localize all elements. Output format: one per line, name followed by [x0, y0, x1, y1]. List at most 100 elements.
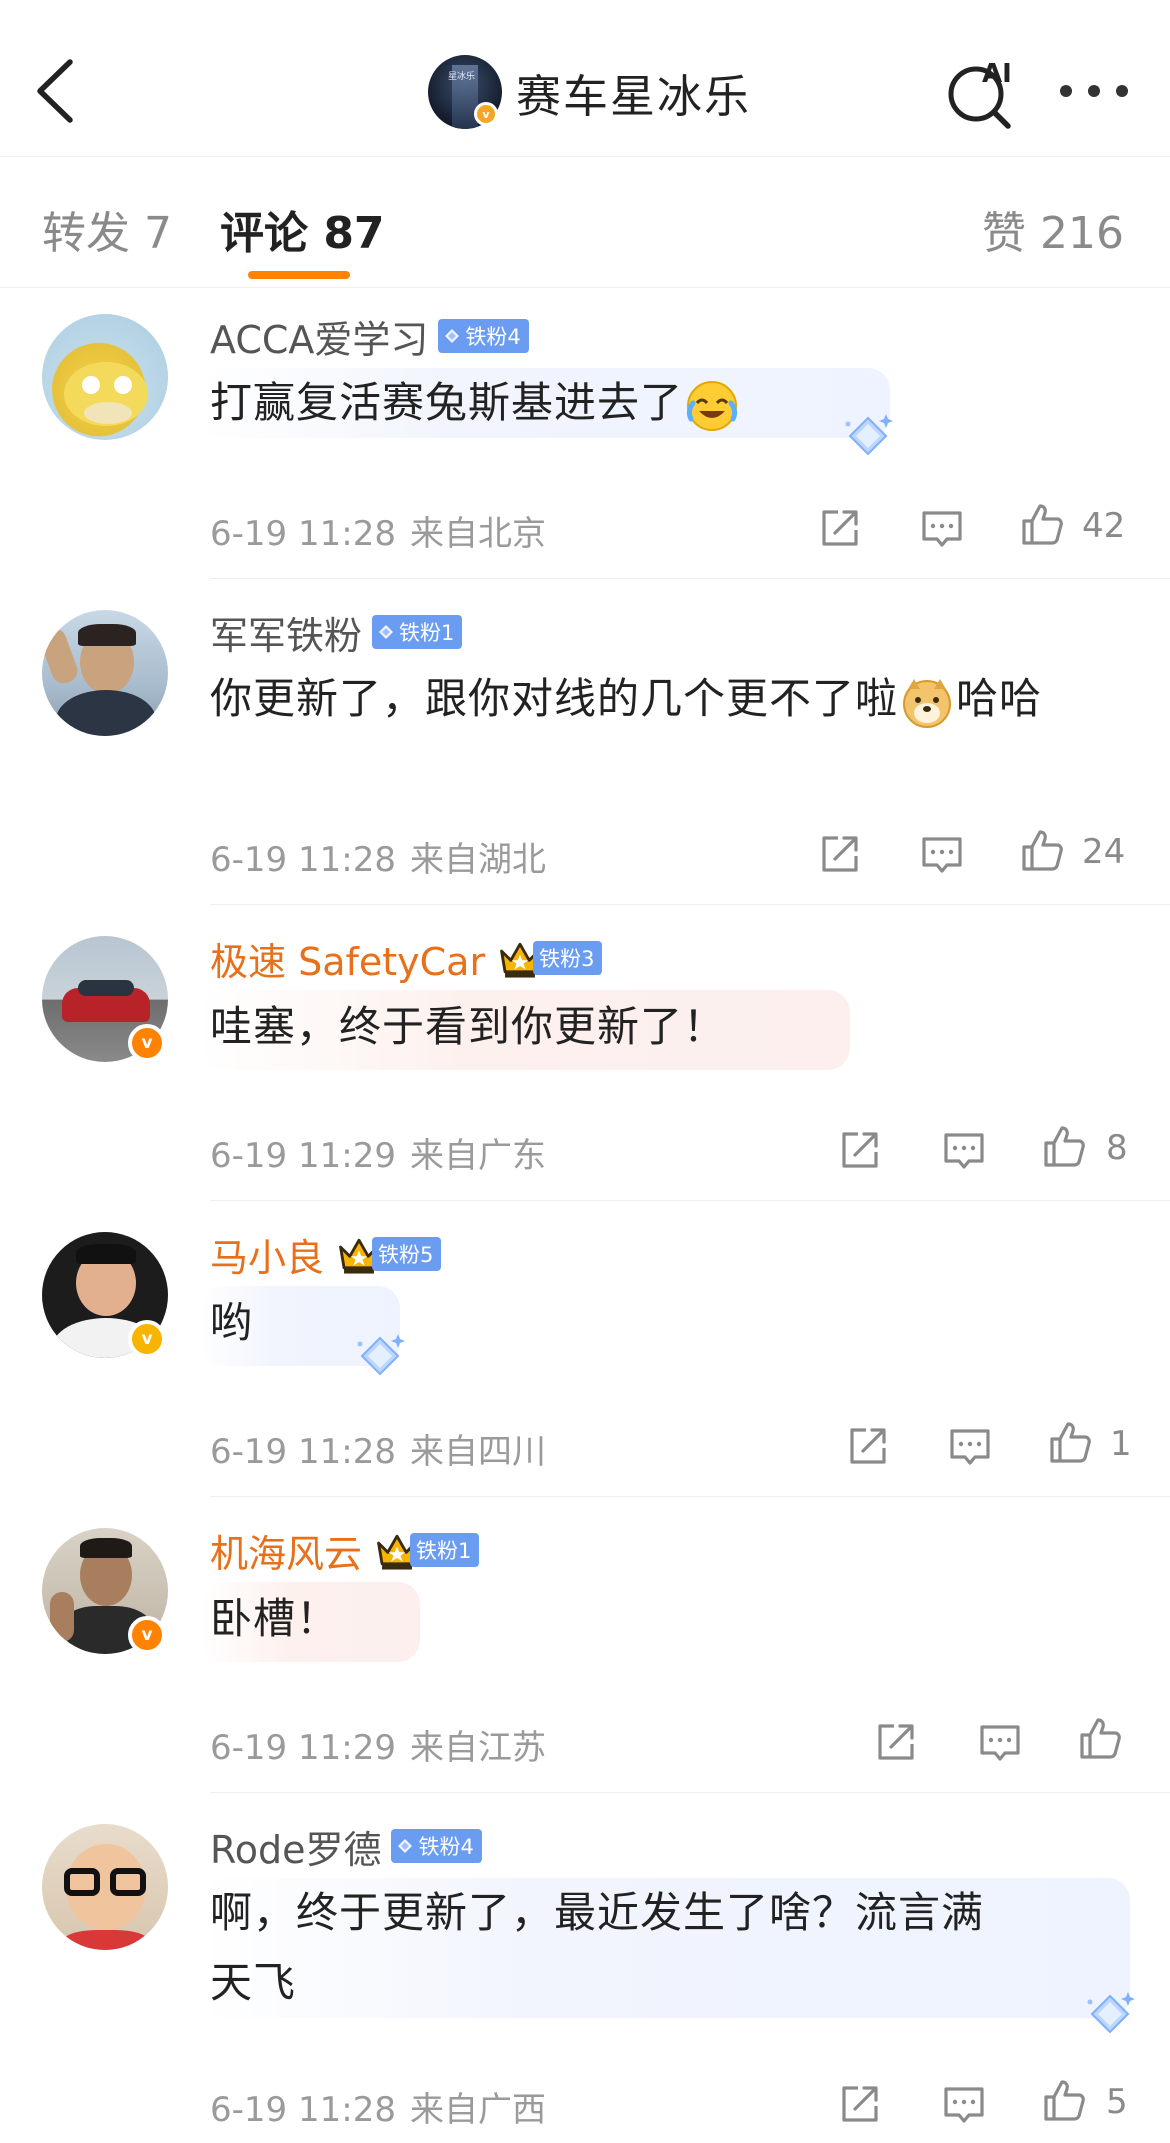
- avatar[interactable]: [42, 314, 168, 440]
- top-bar: 星冰乐 赛车星冰乐 v AI: [0, 0, 1170, 157]
- fan-badge-label: 铁粉4: [418, 1835, 474, 1859]
- back-icon[interactable]: [34, 58, 78, 124]
- comment-text: 卧槽！: [210, 1594, 340, 1643]
- comment-text: 你更新了，跟你对线的几个更不了啦 哈哈: [210, 664, 1110, 734]
- comment-location: 来自江苏: [409, 1728, 546, 1768]
- thumbs-up-icon[interactable]: [1042, 2078, 1086, 2122]
- share-icon[interactable]: [838, 2082, 882, 2126]
- comment-username[interactable]: Rode罗德: [210, 1819, 381, 1874]
- comment-username[interactable]: 军军铁粉: [210, 605, 362, 660]
- comment-item: 军军铁粉 铁粉1 你更新了，跟你对线的几个更不了啦 哈哈 6-19 11:28 来自…: [0, 606, 1170, 906]
- comment-icon[interactable]: [942, 1128, 986, 1172]
- comment-time: 6-19 11:28: [210, 2090, 396, 2130]
- comment-location: 来自湖北: [409, 840, 546, 880]
- comment-body-line2: 天飞: [210, 1958, 297, 2007]
- like-count: 8: [1106, 1128, 1128, 1168]
- account-name[interactable]: 赛车星冰乐: [516, 60, 751, 125]
- comment-location: 来自广西: [409, 2090, 546, 2130]
- comment-header: 军军铁粉 铁粉1: [210, 605, 463, 660]
- share-icon[interactable]: [874, 1720, 918, 1764]
- share-icon[interactable]: [818, 506, 862, 550]
- comment-username[interactable]: ACCA爱学习: [210, 309, 428, 364]
- tab-comments[interactable]: 评论 87: [220, 197, 385, 261]
- comment-body: 你更新了，跟你对线的几个更不了啦: [210, 674, 899, 723]
- comment-header: 马小良 铁粉5: [210, 1227, 442, 1282]
- avatar[interactable]: [42, 1824, 168, 1950]
- diamond-decoration-icon: [350, 1324, 410, 1384]
- laughing-crying-emoji: [686, 380, 738, 431]
- comment-header: ACCA爱学习 铁粉4: [210, 310, 529, 362]
- thumbs-up-icon[interactable]: [1020, 502, 1064, 546]
- verified-icon: v: [128, 1616, 166, 1654]
- divider: [210, 904, 1170, 905]
- comment-meta: 6-19 11:28 来自湖北: [210, 832, 546, 881]
- fan-badge: 铁粉4: [391, 1829, 482, 1863]
- ai-search-icon[interactable]: AI: [944, 54, 1020, 130]
- comment-body: 打赢复活赛兔斯基进去了: [210, 378, 684, 427]
- comment-meta: 6-19 11:28 来自北京: [210, 506, 546, 555]
- comment-time: 6-19 11:29: [210, 1136, 396, 1176]
- more-icon[interactable]: [1060, 74, 1128, 108]
- share-icon[interactable]: [846, 1424, 890, 1468]
- thumbs-up-icon[interactable]: [1048, 1420, 1092, 1464]
- share-icon[interactable]: [838, 1128, 882, 1172]
- comment-location: 来自四川: [409, 1432, 546, 1472]
- avatar-caption: 星冰乐: [448, 72, 476, 82]
- share-icon[interactable]: [818, 832, 862, 876]
- like-count: 1: [1110, 1424, 1132, 1464]
- comment-header: Rode罗德 铁粉4: [210, 1820, 482, 1872]
- diamond-icon: [397, 1838, 413, 1854]
- comment-item: v 机海风云 铁粉1 卧槽！ 6-19 11:29 来自江苏: [0, 1524, 1170, 1794]
- comment-body: 啊，终于更新了，最近发生了啥？流言满: [210, 1888, 985, 1937]
- verified-icon: v: [128, 1320, 166, 1358]
- comment-icon[interactable]: [920, 832, 964, 876]
- thumbs-up-icon[interactable]: [1078, 1716, 1122, 1760]
- comment-header: 极速 SafetyCar 铁粉3: [210, 931, 603, 986]
- comment-meta: 6-19 11:29 来自江苏: [210, 1720, 546, 1769]
- fan-badge: 铁粉3: [533, 941, 603, 975]
- active-tab-indicator: [248, 271, 350, 279]
- comment-icon[interactable]: [948, 1424, 992, 1468]
- comment-text: 哇塞，终于看到你更新了！: [210, 1002, 727, 1051]
- like-count: 24: [1082, 832, 1126, 872]
- comment-text: 打赢复活赛兔斯基进去了: [210, 368, 741, 438]
- comment-time: 6-19 11:29: [210, 1728, 396, 1768]
- comment-location: 来自北京: [409, 514, 546, 554]
- fan-badge: 铁粉4: [438, 319, 529, 353]
- like-count: 5: [1106, 2082, 1128, 2122]
- fan-badge-label: 铁粉1: [416, 1539, 472, 1563]
- comment-icon[interactable]: [942, 2082, 986, 2126]
- like-count: 42: [1082, 506, 1126, 546]
- fan-badge-label: 铁粉5: [378, 1243, 434, 1267]
- comment-meta: 6-19 11:29 来自广东: [210, 1128, 546, 1177]
- comment-item: ACCA爱学习 铁粉4 打赢复活赛兔斯基进去了 6-19 11:28 来自北京 4…: [0, 310, 1170, 580]
- comment-username[interactable]: 机海风云: [210, 1523, 362, 1578]
- fan-badge: 铁粉5: [372, 1237, 442, 1271]
- avatar[interactable]: [42, 610, 168, 736]
- comment-icon[interactable]: [978, 1720, 1022, 1764]
- fan-badge-label: 铁粉4: [465, 325, 521, 349]
- fan-badge-label: 铁粉3: [539, 947, 595, 971]
- comment-username[interactable]: 极速 SafetyCar: [210, 931, 485, 986]
- comment-meta: 6-19 11:28 来自四川: [210, 1424, 546, 1473]
- comment-time: 6-19 11:28: [210, 840, 396, 880]
- thumbs-up-icon[interactable]: [1020, 828, 1064, 872]
- doge-emoji: [903, 678, 952, 728]
- divider: [210, 578, 1170, 579]
- thumbs-up-icon[interactable]: [1042, 1124, 1086, 1168]
- comment-body-end: 哈哈: [956, 674, 1043, 723]
- fan-badge-label: 铁粉1: [399, 621, 455, 645]
- comment-username[interactable]: 马小良: [210, 1227, 324, 1282]
- comment-location: 来自广东: [409, 1136, 546, 1176]
- comment-meta: 6-19 11:28 来自广西: [210, 2082, 546, 2131]
- comment-text: 啊，终于更新了，最近发生了啥？流言满 天飞: [210, 1878, 1110, 2018]
- tab-reposts[interactable]: 转发 7: [42, 197, 172, 261]
- tab-likes[interactable]: 赞 216: [982, 197, 1124, 261]
- comment-text: 哟: [210, 1298, 254, 1347]
- comment-time: 6-19 11:28: [210, 1432, 396, 1472]
- diamond-icon: [444, 328, 460, 344]
- divider: [210, 1792, 1170, 1793]
- fan-badge: 铁粉1: [372, 615, 463, 649]
- comment-icon[interactable]: [920, 506, 964, 550]
- divider: [210, 1200, 1170, 1201]
